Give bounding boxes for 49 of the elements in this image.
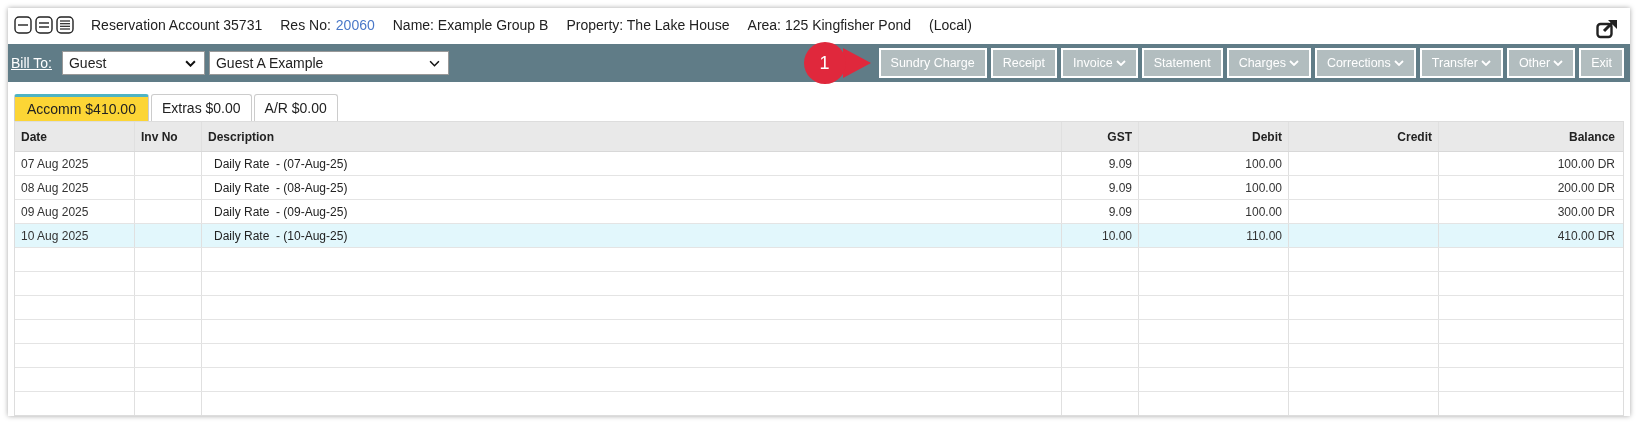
- table-cell: 410.00 DR: [1557, 228, 1615, 243]
- chevron-down-icon: [185, 59, 196, 67]
- table-row[interactable]: 10 Aug 2025 Daily Rate - (10-Aug-25) 10.00 110.00 410.00 DR: [15, 224, 1623, 248]
- table-row[interactable]: 08 Aug 2025 Daily Rate - (08-Aug-25) 9.09 100.00 200.00 DR: [15, 176, 1623, 200]
- view-expanded-icon[interactable]: [56, 16, 74, 34]
- tab[interactable]: Accomm $410.00: [14, 94, 149, 121]
- chevron-down-icon: [429, 59, 440, 67]
- local-label: (Local): [929, 17, 972, 33]
- column-header: Debit: [1139, 122, 1289, 151]
- external-link-icon[interactable]: [1596, 19, 1618, 39]
- table-cell: 100.00: [1245, 156, 1282, 171]
- table-cell: 10.00: [1101, 228, 1132, 243]
- table-cell: 100.00 DR: [1557, 156, 1615, 171]
- table-cell: Daily Rate - (08-Aug-25): [214, 180, 348, 195]
- property-name: Property: The Lake House: [566, 17, 730, 33]
- guest-select[interactable]: Guest A Example: [209, 51, 449, 75]
- table-cell: Daily Rate - (10-Aug-25): [214, 228, 348, 243]
- res-no-link[interactable]: 20060: [335, 17, 375, 33]
- view-collapsed-icon[interactable]: [14, 16, 32, 34]
- table-cell: 09 Aug 2025: [21, 204, 89, 219]
- table-cell: 08 Aug 2025: [21, 180, 89, 195]
- column-header: Inv No: [135, 122, 202, 151]
- tab[interactable]: Extras $0.00: [150, 94, 252, 121]
- bill-type-select[interactable]: Guest: [62, 51, 205, 75]
- table-cell: 100.00: [1245, 180, 1282, 195]
- view-normal-icon[interactable]: [35, 16, 53, 34]
- table-cell: Daily Rate - (09-Aug-25): [214, 204, 348, 219]
- table-cell: 9.09: [1108, 156, 1132, 171]
- table-cell: 200.00 DR: [1557, 180, 1615, 195]
- res-no-label: Res No:: [280, 17, 331, 33]
- area-name: Area: 125 Kingfisher Pond: [747, 17, 911, 33]
- column-header: Balance: [1567, 128, 1616, 146]
- table-row[interactable]: 07 Aug 2025 Daily Rate - (07-Aug-25) 9.09 100.00 100.00 DR: [15, 152, 1623, 176]
- bill-to-link[interactable]: Bill To:: [11, 55, 52, 71]
- table-cell: 9.09: [1108, 204, 1132, 219]
- table-cell: 10 Aug 2025: [21, 228, 89, 243]
- table-cell: 100.00: [1245, 204, 1282, 219]
- account-title: Reservation Account 35731: [91, 17, 263, 33]
- table-cell: Daily Rate - (07-Aug-25): [214, 156, 348, 171]
- tab[interactable]: A/R $0.00: [253, 94, 338, 121]
- table-cell: 07 Aug 2025: [21, 156, 89, 171]
- guest-name: Name: Example Group B: [392, 17, 549, 33]
- column-header: Description: [202, 122, 1062, 151]
- column-header: Credit: [1289, 122, 1439, 151]
- table-cell: 9.09: [1108, 180, 1132, 195]
- column-header: Date: [15, 122, 135, 151]
- table-cell: 300.00 DR: [1557, 204, 1615, 219]
- table-cell: 110.00: [1246, 228, 1282, 243]
- column-header: GST: [1062, 122, 1139, 151]
